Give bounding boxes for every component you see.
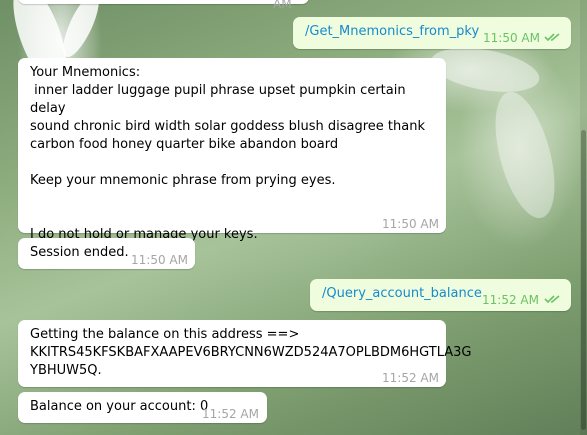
incoming-message-session[interactable]: Session ended. 11:50 AM bbox=[18, 238, 195, 269]
double-check-icon bbox=[544, 295, 560, 304]
message-text: Your Mnemonics: inner ladder luggage pup… bbox=[30, 65, 425, 242]
incoming-message-mnemonic[interactable]: Your Mnemonics: inner ladder luggage pup… bbox=[18, 58, 446, 242]
message-text: Session ended. bbox=[30, 245, 129, 260]
previous-message-bubble: 11:49 AM bbox=[18, 0, 309, 11]
message-time: 11:52 AM bbox=[202, 407, 259, 421]
incoming-message-balance[interactable]: Balance on your account: 0 11:52 AM bbox=[18, 392, 267, 423]
double-check-icon bbox=[544, 33, 560, 42]
message-text: Balance on your account: 0 bbox=[30, 399, 209, 414]
incoming-message-address[interactable]: Getting the balance on this address ==> … bbox=[18, 320, 472, 387]
outgoing-message-command[interactable]: /Get_Mnemonics_from_pky 11:50 AM bbox=[293, 17, 571, 49]
command-link[interactable]: /Query_account_balance bbox=[322, 285, 482, 303]
message-time: 11:49 AM bbox=[273, 0, 292, 11]
command-link[interactable]: /Get_Mnemonics_from_pky bbox=[305, 23, 479, 41]
message-time: 11:50 AM bbox=[382, 217, 439, 231]
message-time: 11:52 AM bbox=[482, 293, 539, 307]
message-time: 11:50 AM bbox=[131, 253, 188, 267]
message-text: Getting the balance on this address ==> … bbox=[30, 327, 472, 378]
scrollbar-thumb[interactable] bbox=[581, 130, 586, 430]
message-time: 11:52 AM bbox=[382, 371, 439, 385]
chat-scrollbar[interactable] bbox=[580, 0, 587, 435]
outgoing-message-command[interactable]: /Query_account_balance 11:52 AM bbox=[310, 279, 571, 311]
message-time: 11:50 AM bbox=[483, 31, 540, 45]
